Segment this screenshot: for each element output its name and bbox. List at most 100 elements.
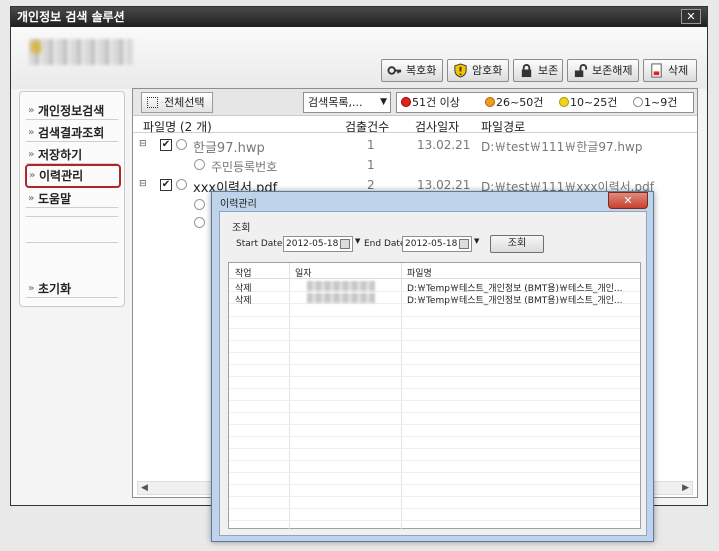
col-count[interactable]: 검출건수 — [345, 118, 389, 135]
scroll-left-icon[interactable]: ◀ — [141, 482, 148, 494]
history-file: D:￦Temp￦테스트_개인정보 (BMT용)￦테스트_개인... — [407, 296, 623, 306]
status-radio — [194, 199, 205, 210]
delete-doc-icon — [651, 63, 662, 78]
calendar-icon[interactable] — [340, 239, 350, 249]
close-icon: ✕ — [623, 194, 633, 207]
history-grid: 작업 일자 파일명 삭제 D:￦Temp￦테스트_개인정보 (BMT용)￦테스트… — [228, 262, 641, 530]
divider — [229, 316, 640, 317]
dropdown-value: 검색목록,... — [308, 96, 363, 109]
divider — [229, 520, 640, 521]
unpreserve-button[interactable]: 보존해제 — [567, 59, 639, 82]
detect-count: 1 — [367, 158, 375, 172]
file-path: D:￦test￦111￦한글97.hwp — [481, 140, 643, 154]
sidebar-item-label: 도움말 — [38, 192, 72, 206]
divider — [229, 484, 640, 485]
divider — [229, 448, 640, 449]
red-dot-icon — [401, 97, 411, 107]
divider — [229, 508, 640, 509]
divider — [229, 388, 640, 389]
chevron-right-icon: » — [28, 149, 35, 160]
history-header: 작업 일자 파일명 — [229, 263, 640, 279]
sidebar-item-reset[interactable]: » 초기화 — [26, 280, 118, 298]
decrypt-button[interactable]: 복호화 — [381, 59, 443, 82]
history-action: 삭제 — [235, 296, 252, 306]
dialog-close-button[interactable]: ✕ — [608, 192, 648, 209]
end-date-picker[interactable]: 2012-05-18 — [402, 236, 472, 252]
legend-item: 10~25건 — [559, 93, 617, 112]
chevron-right-icon: » — [28, 283, 35, 294]
scroll-right-icon[interactable]: ▶ — [682, 482, 689, 494]
col-filename[interactable]: 파일명 (2 개) — [143, 118, 212, 135]
query-button[interactable]: 조회 — [490, 235, 544, 253]
shield-icon — [454, 63, 467, 78]
row-checkbox[interactable]: ✔ — [160, 139, 172, 151]
preserve-label: 보존 — [538, 64, 559, 77]
logo-mark — [31, 41, 41, 53]
window-title: 개인정보 검색 솔루션 — [17, 10, 125, 24]
divider — [229, 496, 640, 497]
legend-label: 26~50건 — [496, 96, 544, 109]
unlock-icon — [574, 64, 588, 78]
chevron-down-icon[interactable]: ▼ — [355, 237, 360, 245]
yellow-dot-icon — [559, 97, 569, 107]
col-date[interactable]: 검사일자 — [415, 118, 459, 135]
orange-dot-icon — [485, 97, 495, 107]
title-bar: 개인정보 검색 솔루션 ✕ — [11, 7, 707, 27]
sidebar-item-results[interactable]: » 검색결과조회 — [26, 124, 118, 142]
search-list-dropdown[interactable]: 검색목록,... ▼ — [303, 92, 391, 113]
detect-count: 1 — [367, 138, 375, 152]
col-action[interactable]: 작업 — [235, 266, 252, 279]
chevron-down-icon[interactable]: ▼ — [474, 237, 479, 245]
close-button[interactable]: ✕ — [681, 9, 701, 24]
collapse-icon[interactable]: ⊟ — [139, 139, 147, 149]
row-checkbox[interactable]: ✔ — [160, 179, 172, 191]
sidebar-item-search[interactable]: » 개인정보검색 — [26, 102, 118, 120]
calendar-icon[interactable] — [459, 239, 469, 249]
dialog-title: 이력관리 — [220, 199, 257, 210]
sidebar-item-label: 개인정보검색 — [38, 104, 105, 118]
table-row[interactable]: 주민등록번호 1 — [133, 155, 697, 175]
legend-item: 51건 이상 — [401, 93, 460, 112]
sidebar-divider — [26, 242, 118, 243]
scan-date: 13.02.21 — [417, 138, 471, 152]
chevron-right-icon: » — [28, 105, 35, 116]
start-date-label: Start Date — [236, 239, 283, 249]
start-date-picker[interactable]: 2012-05-18 — [283, 236, 353, 252]
preserve-button[interactable]: 보존 — [513, 59, 563, 82]
results-toolbar: 전체선택 검색목록,... ▼ 51건 이상 26~50건 10~25건 1~9… — [133, 89, 697, 116]
scan-date: 13.02.21 — [417, 178, 471, 192]
table-row[interactable]: ⊟ ✔ 한글97.hwp 1 13.02.21 D:￦test￦111￦한글97… — [133, 135, 697, 156]
status-radio — [176, 139, 187, 150]
table-row[interactable]: 삭제 D:￦Temp￦테스트_개인정보 (BMT용)￦테스트_개인... — [229, 292, 640, 306]
sidebar-item-history[interactable]: » 이력관리 — [25, 164, 121, 188]
delete-button[interactable]: 삭제 — [643, 59, 697, 82]
divider — [229, 376, 640, 377]
detect-type: 주민등록번호 — [211, 160, 278, 174]
legend-label: 51건 이상 — [412, 96, 460, 109]
results-header: 파일명 (2 개) 검출건수 검사일자 파일경로 — [133, 117, 697, 135]
sidebar-item-save[interactable]: » 저장하기 — [26, 146, 118, 164]
count-legend: 51건 이상 26~50건 10~25건 1~9건 — [396, 92, 694, 113]
group-label: 조회 — [232, 223, 251, 234]
divider — [229, 460, 640, 461]
select-all-button[interactable]: 전체선택 — [141, 92, 213, 113]
key-icon — [387, 66, 402, 75]
chevron-right-icon: » — [28, 127, 35, 138]
col-filename[interactable]: 파일명 — [407, 266, 432, 279]
table-row[interactable]: 삭제 D:￦Temp￦테스트_개인정보 (BMT용)￦테스트_개인... — [229, 280, 640, 294]
sidebar-item-help[interactable]: » 도움말 — [26, 190, 118, 208]
detect-count: 2 — [367, 178, 375, 192]
legend-label: 1~9건 — [644, 96, 678, 109]
sidebar-divider — [26, 216, 118, 217]
unpreserve-label: 보존해제 — [592, 64, 633, 77]
lock-icon — [521, 64, 532, 78]
col-path[interactable]: 파일경로 — [481, 118, 525, 135]
divider — [229, 412, 640, 413]
divider — [229, 352, 640, 353]
sidebar-item-label: 저장하기 — [38, 148, 83, 162]
sidebar-item-label: 이력관리 — [39, 169, 84, 183]
encrypt-button[interactable]: 암호화 — [447, 59, 509, 82]
delete-label: 삭제 — [668, 64, 689, 77]
col-date[interactable]: 일자 — [295, 266, 312, 279]
collapse-icon[interactable]: ⊟ — [139, 179, 147, 189]
